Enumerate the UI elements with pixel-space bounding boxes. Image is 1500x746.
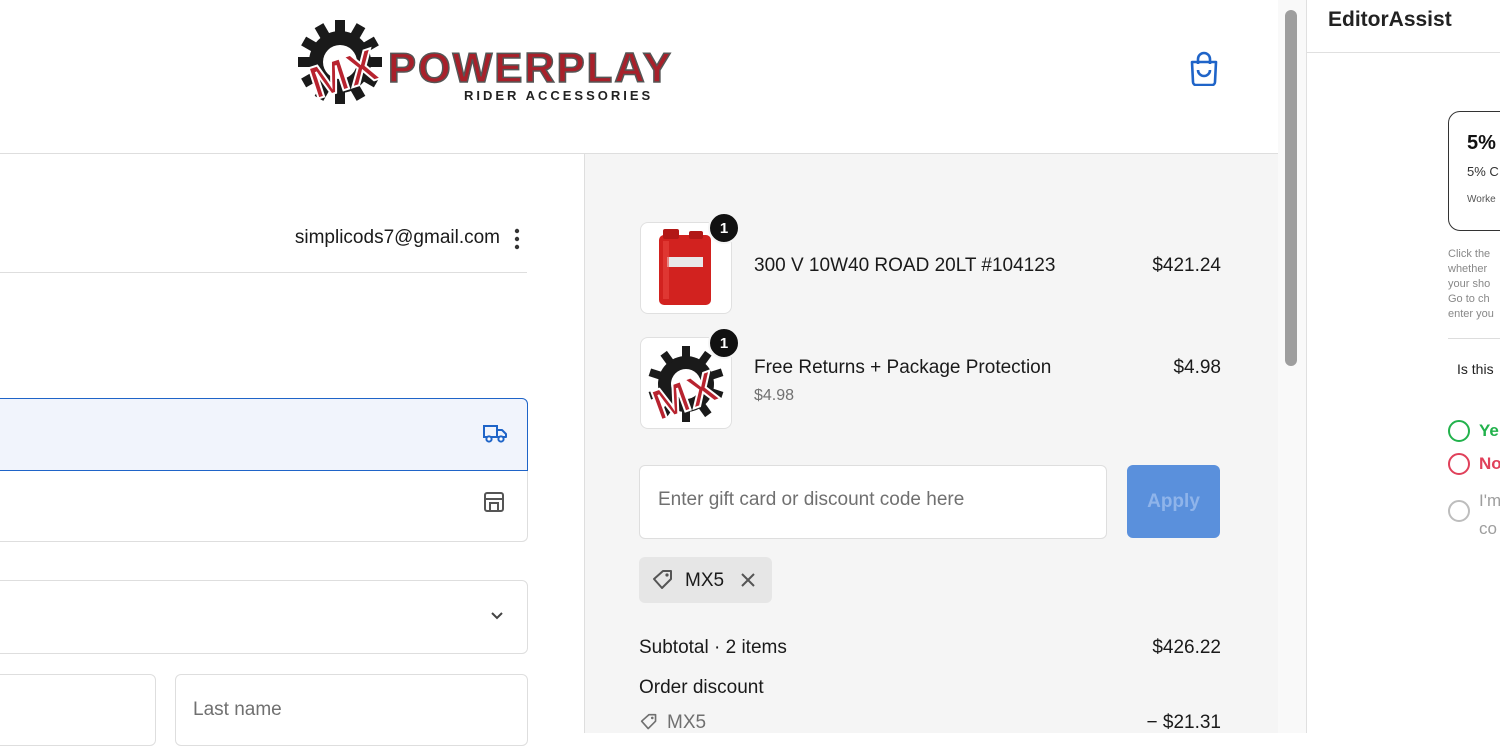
apply-button[interactable]: Apply bbox=[1127, 465, 1220, 538]
last-name-placeholder: Last name bbox=[193, 699, 282, 720]
radio-no[interactable] bbox=[1448, 453, 1470, 475]
panel-header: EditorAssist bbox=[1307, 0, 1500, 53]
applied-discount-chip: MX5 bbox=[639, 557, 772, 603]
editor-assist-panel: EditorAssist 5% 5% C Worke Click the whe… bbox=[1306, 0, 1500, 733]
radio-yes[interactable] bbox=[1448, 420, 1470, 442]
option-unsure-label: I'm co bbox=[1479, 491, 1500, 538]
discount-code-field[interactable] bbox=[639, 465, 1107, 539]
country-select[interactable] bbox=[0, 580, 528, 654]
first-name-field[interactable] bbox=[0, 674, 156, 746]
store-icon bbox=[484, 492, 504, 512]
tag-icon bbox=[653, 570, 672, 589]
last-name-field[interactable]: Last name bbox=[175, 674, 528, 746]
brand-tagline: RIDER ACCESSORIES bbox=[464, 88, 653, 103]
item-price: $4.98 bbox=[1173, 357, 1221, 378]
brand-name: POWERPLAY bbox=[388, 44, 673, 91]
order-discount-label: Order discount bbox=[639, 677, 764, 698]
item-name: Free Returns + Package Protection bbox=[754, 357, 1052, 378]
order-summary: 1 300 V 10W40 ROAD 20LT #104123 $421.24 bbox=[585, 154, 1278, 733]
discount-card[interactable]: 5% 5% C Worke bbox=[1448, 111, 1500, 231]
divider bbox=[1448, 338, 1500, 339]
store-header: MX POWERPLAY RIDER ACCESSORIES bbox=[0, 0, 1278, 154]
tag-icon bbox=[640, 713, 657, 730]
help-text: Click the whether your sho Go to ch ente… bbox=[1448, 248, 1494, 320]
order-discount-code: MX5 bbox=[667, 712, 707, 733]
account-email: simplicods7@gmail.com bbox=[294, 227, 500, 248]
subtotal-value: $426.22 bbox=[1152, 637, 1221, 658]
item-price: $421.24 bbox=[1152, 255, 1221, 276]
panel-title: EditorAssist bbox=[1328, 8, 1452, 31]
discount-code-input[interactable] bbox=[656, 488, 1080, 512]
option-no-label: No bbox=[1479, 454, 1500, 473]
checkout-form: simplicods7@gmail.com Last name bbox=[0, 154, 585, 746]
subtotal-label: Subtotal · 2 items bbox=[639, 637, 787, 658]
quantity-badge: 1 bbox=[708, 327, 740, 359]
card-title: 5% bbox=[1467, 132, 1496, 154]
item-unit-price: $4.98 bbox=[754, 387, 795, 404]
chevron-down-icon bbox=[491, 612, 503, 620]
card-subtitle: 5% C bbox=[1467, 164, 1499, 179]
truck-icon bbox=[483, 425, 507, 443]
feedback-question: Is this bbox=[1457, 361, 1494, 377]
delivery-option-ship[interactable] bbox=[0, 398, 528, 471]
item-name: 300 V 10W40 ROAD 20LT #104123 bbox=[754, 255, 1056, 276]
more-options-icon[interactable] bbox=[513, 228, 521, 250]
quantity-badge: 1 bbox=[708, 212, 740, 244]
delivery-option-pickup[interactable] bbox=[0, 471, 528, 542]
option-yes-label: Ye bbox=[1479, 421, 1499, 440]
divider bbox=[0, 272, 527, 273]
card-note: Worke bbox=[1467, 194, 1496, 205]
radio-unsure[interactable] bbox=[1448, 500, 1470, 522]
scrollbar-thumb[interactable] bbox=[1285, 10, 1297, 366]
shopping-bag-icon[interactable] bbox=[1188, 50, 1220, 86]
powerplay-logo[interactable]: MX POWERPLAY RIDER ACCESSORIES bbox=[296, 18, 728, 108]
applied-code: MX5 bbox=[685, 570, 725, 591]
close-icon[interactable] bbox=[739, 571, 757, 589]
order-discount-value: − $21.31 bbox=[1146, 712, 1222, 733]
